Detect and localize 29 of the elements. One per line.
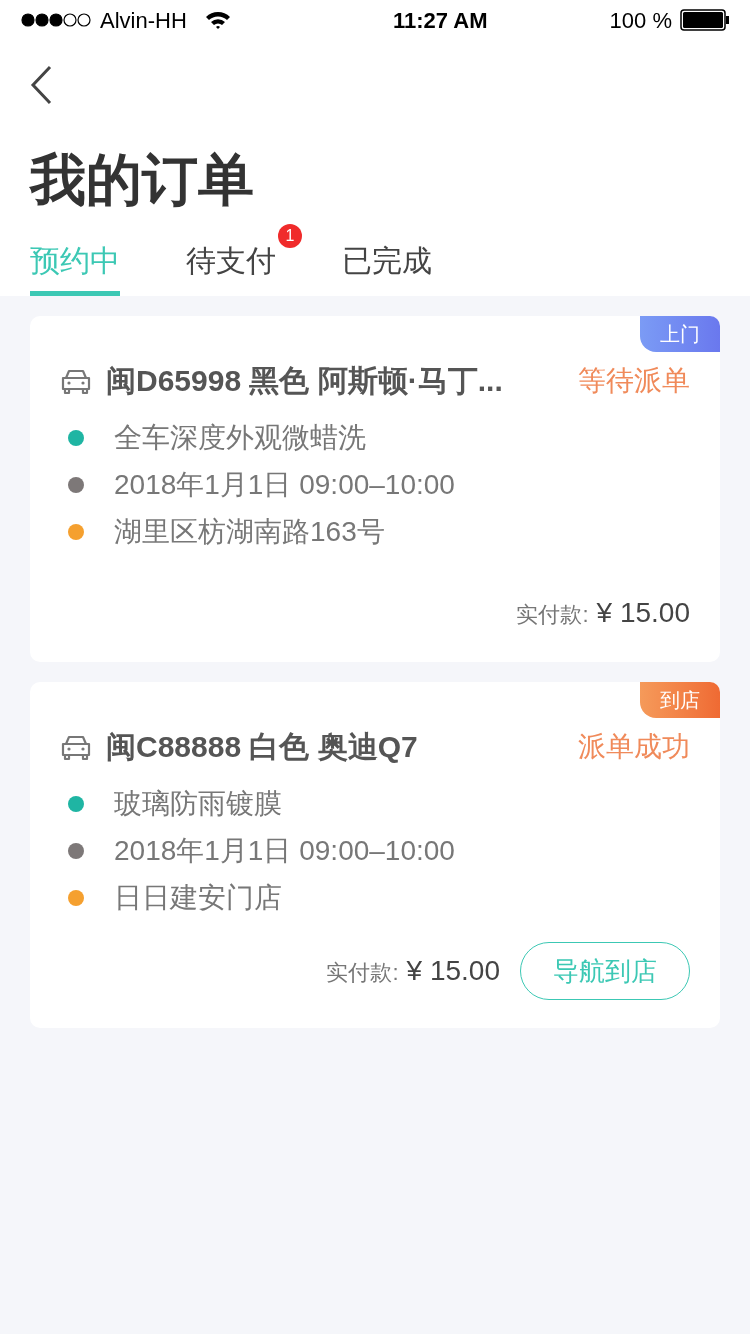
order-card[interactable]: 上门 闽D65998 黑色 阿斯顿·马丁... 等待派单 全车深度外观微蜡洗 2018年1月1日 09:00–10:00 湖里区枋湖南路163号 实付款: ¥ 15.00 [30, 316, 720, 662]
detail-text: 湖里区枋湖南路163号 [114, 515, 385, 549]
page-title: 我的订单 [30, 147, 255, 213]
detail-text: 日日建安门店 [114, 881, 282, 915]
battery-percent: 100 % [609, 6, 672, 35]
battery-icon [680, 9, 730, 31]
service-tag: 上门 [640, 316, 720, 352]
price-label: 实付款: [326, 959, 399, 987]
back-icon[interactable] [30, 65, 52, 105]
order-status: 等待派单 [578, 363, 690, 398]
price-amount: ¥ 15.00 [406, 954, 500, 988]
car-info: 闽C88888 白色 奥迪Q7 [106, 729, 418, 765]
detail-text: 2018年1月1日 09:00–10:00 [114, 834, 455, 868]
detail-text: 全车深度外观微蜡洗 [114, 421, 366, 455]
service-tag: 到店 [640, 682, 720, 718]
car-info: 闽D65998 黑色 阿斯顿·马丁... [106, 363, 503, 399]
tab[interactable]: 待支付 [186, 238, 276, 296]
tab[interactable]: 已完成 [342, 238, 432, 296]
count-badge: 1 [278, 224, 302, 248]
detail-text: 2018年1月1日 09:00–10:00 [114, 468, 455, 502]
order-status: 派单成功 [578, 729, 690, 764]
price-label: 实付款: [516, 601, 589, 629]
signal-icon [20, 12, 92, 28]
price-amount: ¥ 15.00 [596, 596, 690, 630]
order-card[interactable]: 到店 闽C88888 白色 奥迪Q7 派单成功 玻璃防雨镀膜 2018年1月1日 09:00–10:00 日日建安门店 实付款: ¥ 15.00 导航到店 [30, 682, 720, 1028]
wifi-icon [204, 10, 231, 30]
clock-time: 11:27 AM [392, 6, 488, 35]
detail-text: 玻璃防雨镀膜 [114, 787, 282, 821]
carrier-name: Alvin-HH [100, 6, 187, 35]
